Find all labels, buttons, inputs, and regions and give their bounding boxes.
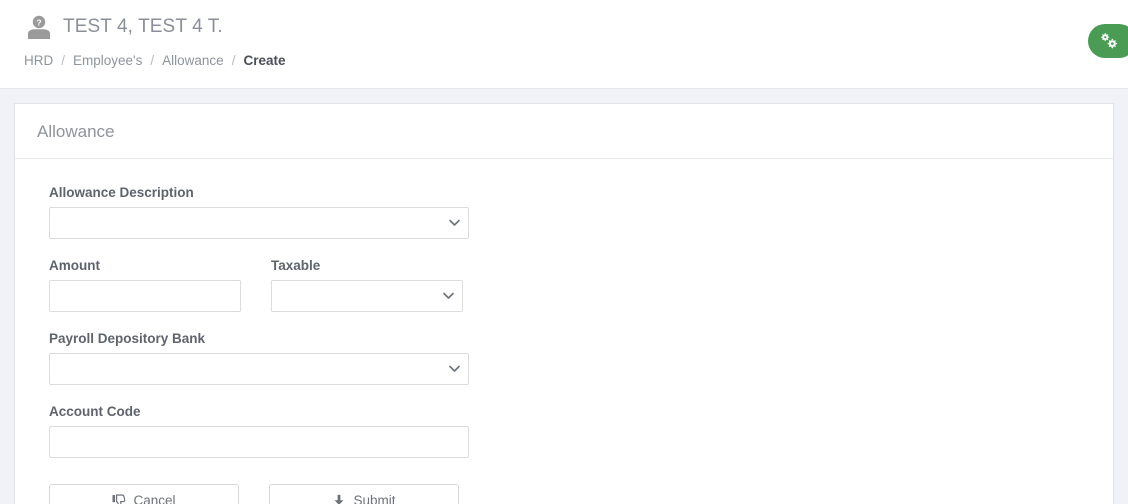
account-code-input[interactable] [49,426,469,458]
download-icon [332,494,346,504]
breadcrumb-item-employees[interactable]: Employee's [73,53,142,69]
allowance-description-select-wrap [49,207,469,239]
field-payroll-depository-bank: Payroll Depository Bank [49,331,1079,385]
page-title: TEST 4, TEST 4 T. [63,16,223,37]
submit-button-label: Submit [353,493,396,504]
account-code-label: Account Code [49,404,141,419]
payroll-depository-bank-label: Payroll Depository Bank [49,331,206,346]
breadcrumb-separator: / [231,53,236,68]
taxable-label: Taxable [271,258,321,273]
allowance-card: Allowance Allowance Description Amount T… [14,103,1114,504]
card-header: Allowance [15,104,1113,159]
allowance-form: Allowance Description Amount Taxable Pay… [49,185,1079,504]
submit-button[interactable]: Submit [269,484,459,504]
amount-taxable-row: Amount Taxable [49,258,1079,331]
cancel-button[interactable]: Cancel [49,484,239,504]
field-allowance-description: Allowance Description [49,185,1079,239]
field-taxable: Taxable [271,258,463,312]
page-header: ? TEST 4, TEST 4 T. HRD / Employee's / A… [0,0,1128,89]
breadcrumb: HRD / Employee's / Allowance / Create [24,53,1128,69]
svg-text:?: ? [36,18,41,28]
allowance-description-select[interactable] [49,207,469,239]
breadcrumb-item-hrd[interactable]: HRD [24,53,53,69]
taxable-select-wrap [271,280,463,312]
user-avatar-unknown-icon: ? [24,15,54,39]
amount-label: Amount [49,258,100,273]
header-inner: ? TEST 4, TEST 4 T. HRD / Employee's / A… [0,0,1128,69]
breadcrumb-separator: / [150,53,155,68]
cancel-button-label: Cancel [133,493,176,504]
amount-input[interactable] [49,280,241,312]
page-title-row: ? TEST 4, TEST 4 T. [24,12,1128,42]
card-body: Allowance Description Amount Taxable Pay… [15,159,1113,504]
allowance-description-label: Allowance Description [49,185,194,200]
settings-button[interactable] [1088,24,1128,58]
gears-icon [1099,32,1119,50]
card-title: Allowance [37,122,115,141]
breadcrumb-separator: / [61,53,66,68]
content-area: Allowance Allowance Description Amount T… [0,89,1128,504]
field-account-code: Account Code [49,404,1079,458]
payroll-depository-bank-select[interactable] [49,353,469,385]
form-actions: Cancel Submit [49,484,1079,504]
field-amount: Amount [49,258,241,312]
breadcrumb-item-create: Create [243,53,286,68]
payroll-depository-bank-select-wrap [49,353,469,385]
thumbs-down-icon [112,493,126,504]
taxable-select[interactable] [271,280,463,312]
breadcrumb-item-allowance[interactable]: Allowance [162,53,224,69]
